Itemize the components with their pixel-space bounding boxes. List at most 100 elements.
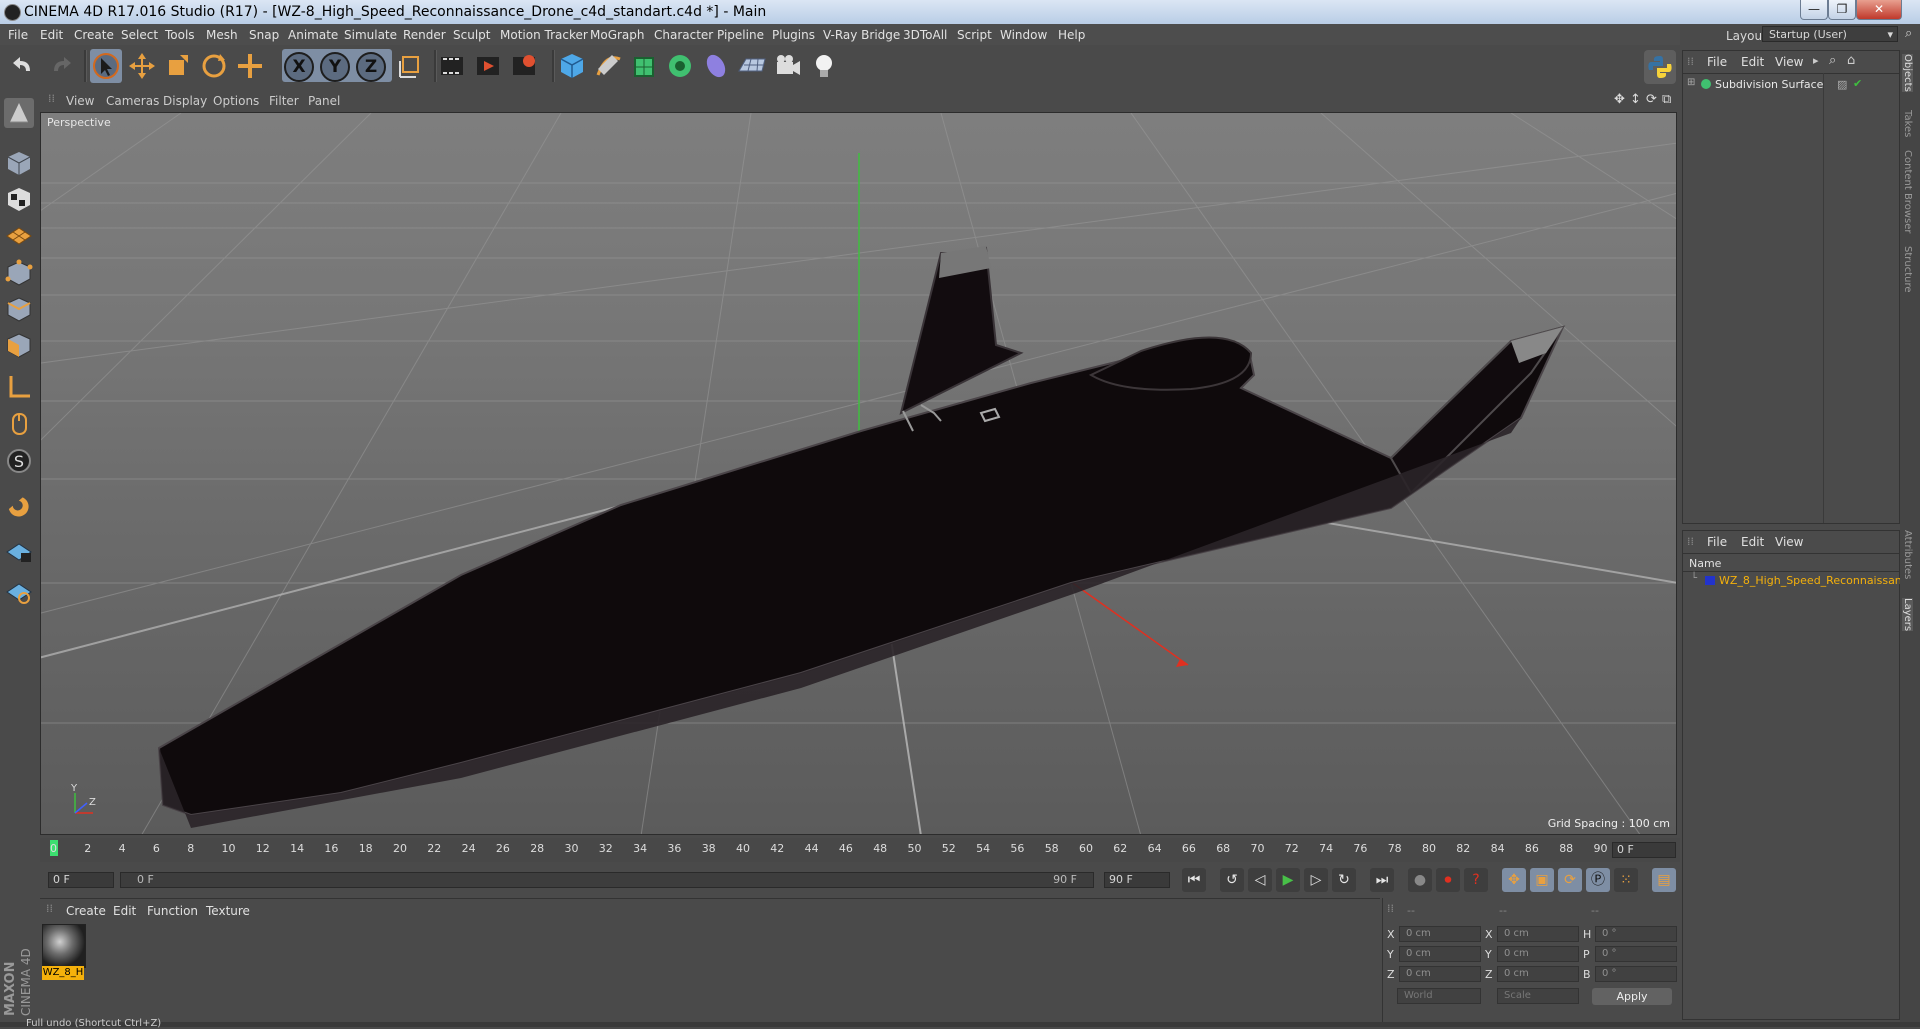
z-axis-toggle[interactable]: Z (356, 52, 386, 82)
go-to-start-button[interactable]: ⏮ (1182, 868, 1206, 892)
snap-button[interactable]: S (4, 446, 34, 476)
render-settings-button[interactable] (508, 49, 540, 83)
menu-file[interactable]: File (8, 28, 28, 42)
next-key-button[interactable]: ↻ (1332, 868, 1356, 892)
layer-name[interactable]: WZ_8_High_Speed_Reconnaissan (1719, 574, 1902, 587)
layer-row[interactable]: └ WZ_8_High_Speed_Reconnaissan (1685, 573, 1902, 589)
material-menu-create[interactable]: Create (66, 904, 106, 918)
layers-menu-edit[interactable]: Edit (1741, 535, 1764, 549)
objects-menu-file[interactable]: File (1707, 55, 1727, 69)
perspective-viewport[interactable]: Y Z Perspective Grid Spacing : 100 cm (40, 112, 1677, 835)
coord-system-select[interactable]: World (1397, 988, 1481, 1004)
rot-p-field[interactable]: 0 ° (1595, 946, 1677, 962)
edges-mode-button[interactable] (4, 294, 34, 324)
viewport-menu-view[interactable]: View (66, 94, 94, 108)
enable-snap-button[interactable] (4, 492, 34, 522)
object-row-subdivision-surface[interactable]: ⊞ Subdivision Surface ▨ ✔ (1685, 77, 1897, 93)
camera-button[interactable] (772, 49, 804, 83)
undo-button[interactable] (8, 49, 40, 83)
key-rotation-button[interactable]: ⟳ (1558, 868, 1582, 892)
menu-select[interactable]: Select (121, 28, 158, 42)
material-name-label[interactable]: WZ_8_H (42, 966, 84, 980)
enabled-check-icon[interactable]: ✔ (1853, 77, 1862, 90)
more-arrow-icon[interactable]: ▸ (1813, 54, 1819, 67)
locked-workplane-button[interactable] (4, 536, 34, 566)
search-icon[interactable]: ⌕ (1905, 26, 1912, 41)
material-menu-function[interactable]: Function (147, 904, 198, 918)
pos-x-field[interactable]: 0 cm (1399, 926, 1481, 942)
end-frame-field[interactable]: 90 F (1104, 872, 1170, 888)
key-scale-button[interactable]: ▣ (1530, 868, 1554, 892)
light-button[interactable] (808, 49, 840, 83)
maximize-view-icon[interactable]: ⧉ (1662, 92, 1671, 107)
previous-frame-button[interactable]: ◁ (1248, 868, 1272, 892)
objects-menu-view[interactable]: View (1775, 55, 1803, 69)
menu-script[interactable]: Script (957, 28, 992, 42)
menu-animate[interactable]: Animate (288, 28, 338, 42)
rot-b-field[interactable]: 0 ° (1595, 966, 1677, 982)
edit-tag-icon[interactable]: ▨ (1837, 78, 1847, 91)
menu-tools[interactable]: Tools (165, 28, 195, 42)
material-menu-texture[interactable]: Texture (206, 904, 250, 918)
scale-button[interactable] (162, 49, 194, 83)
render-to-picture-viewer-button[interactable] (472, 49, 504, 83)
render-view-button[interactable] (436, 49, 468, 83)
planar-workplane-button[interactable] (4, 576, 34, 606)
menu-mograph[interactable]: MoGraph (590, 28, 645, 42)
menu-character[interactable]: Character (654, 28, 713, 42)
x-axis-toggle[interactable]: X (284, 52, 314, 82)
live-selection-button[interactable] (90, 49, 122, 83)
menu-create[interactable]: Create (74, 28, 114, 42)
viewport-menu-panel[interactable]: Panel (308, 94, 340, 108)
menu-help[interactable]: Help (1058, 28, 1085, 42)
rotate-view-icon[interactable]: ⟳ (1646, 92, 1657, 107)
menu-vray-bridge[interactable]: V-Ray Bridge (823, 28, 900, 42)
layers-menu-file[interactable]: File (1707, 535, 1727, 549)
deformer-button[interactable] (700, 49, 732, 83)
cube-object-button[interactable] (556, 49, 588, 83)
drone-model[interactable] (157, 246, 1566, 828)
menu-mesh[interactable]: Mesh (206, 28, 238, 42)
polygons-mode-button[interactable] (4, 330, 34, 360)
menu-window[interactable]: Window (1000, 28, 1047, 42)
move-view-icon[interactable]: ✥ (1614, 92, 1625, 107)
minimize-button[interactable]: — (1800, 0, 1828, 20)
floor-button[interactable] (736, 49, 768, 83)
menu-3dtoall[interactable]: 3DToAll (903, 28, 947, 42)
viewport-menu-filter[interactable]: Filter (269, 94, 299, 108)
menu-snap[interactable]: Snap (249, 28, 279, 42)
menu-render[interactable]: Render (403, 28, 446, 42)
points-mode-button[interactable] (4, 258, 34, 288)
tab-attributes[interactable]: Attributes (1902, 530, 1913, 579)
cloner-button[interactable] (664, 49, 696, 83)
menu-edit[interactable]: Edit (40, 28, 63, 42)
tab-takes[interactable]: Takes (1902, 110, 1913, 137)
objects-menu-edit[interactable]: Edit (1741, 55, 1764, 69)
start-frame-field[interactable]: 0 F (48, 872, 114, 888)
move-button[interactable] (126, 49, 158, 83)
texture-mode-button[interactable] (4, 184, 34, 214)
object-name[interactable]: Subdivision Surface (1715, 78, 1823, 91)
key-pla-button[interactable]: ⁙ (1614, 868, 1638, 892)
rot-h-field[interactable]: 0 ° (1595, 926, 1677, 942)
redo-button[interactable] (44, 49, 76, 83)
tweak-mode-button[interactable] (4, 408, 34, 438)
subdivision-surface-button[interactable] (628, 49, 660, 83)
size-y-field[interactable]: 0 cm (1497, 946, 1579, 962)
expand-icon[interactable]: ⊞ (1687, 77, 1695, 88)
record-active-objects-button[interactable]: ● (1408, 868, 1432, 892)
previous-key-button[interactable]: ↺ (1220, 868, 1244, 892)
layers-menu-view[interactable]: View (1775, 535, 1803, 549)
objects-search-icon[interactable]: ⌕ (1829, 53, 1836, 68)
transform-button[interactable] (234, 49, 266, 83)
material-thumbnail[interactable] (42, 924, 86, 968)
material-menu-edit[interactable]: Edit (113, 904, 136, 918)
y-axis-toggle[interactable]: Y (320, 52, 350, 82)
close-button[interactable]: ✕ (1856, 0, 1902, 20)
make-editable-button[interactable] (4, 98, 34, 128)
play-forwards-button[interactable]: ▶ (1276, 868, 1300, 892)
viewport-menu-display[interactable]: Display (163, 94, 207, 108)
camera-label[interactable]: Perspective (47, 116, 111, 129)
python-button[interactable] (1644, 50, 1676, 84)
coordinate-system-button[interactable] (394, 49, 426, 83)
